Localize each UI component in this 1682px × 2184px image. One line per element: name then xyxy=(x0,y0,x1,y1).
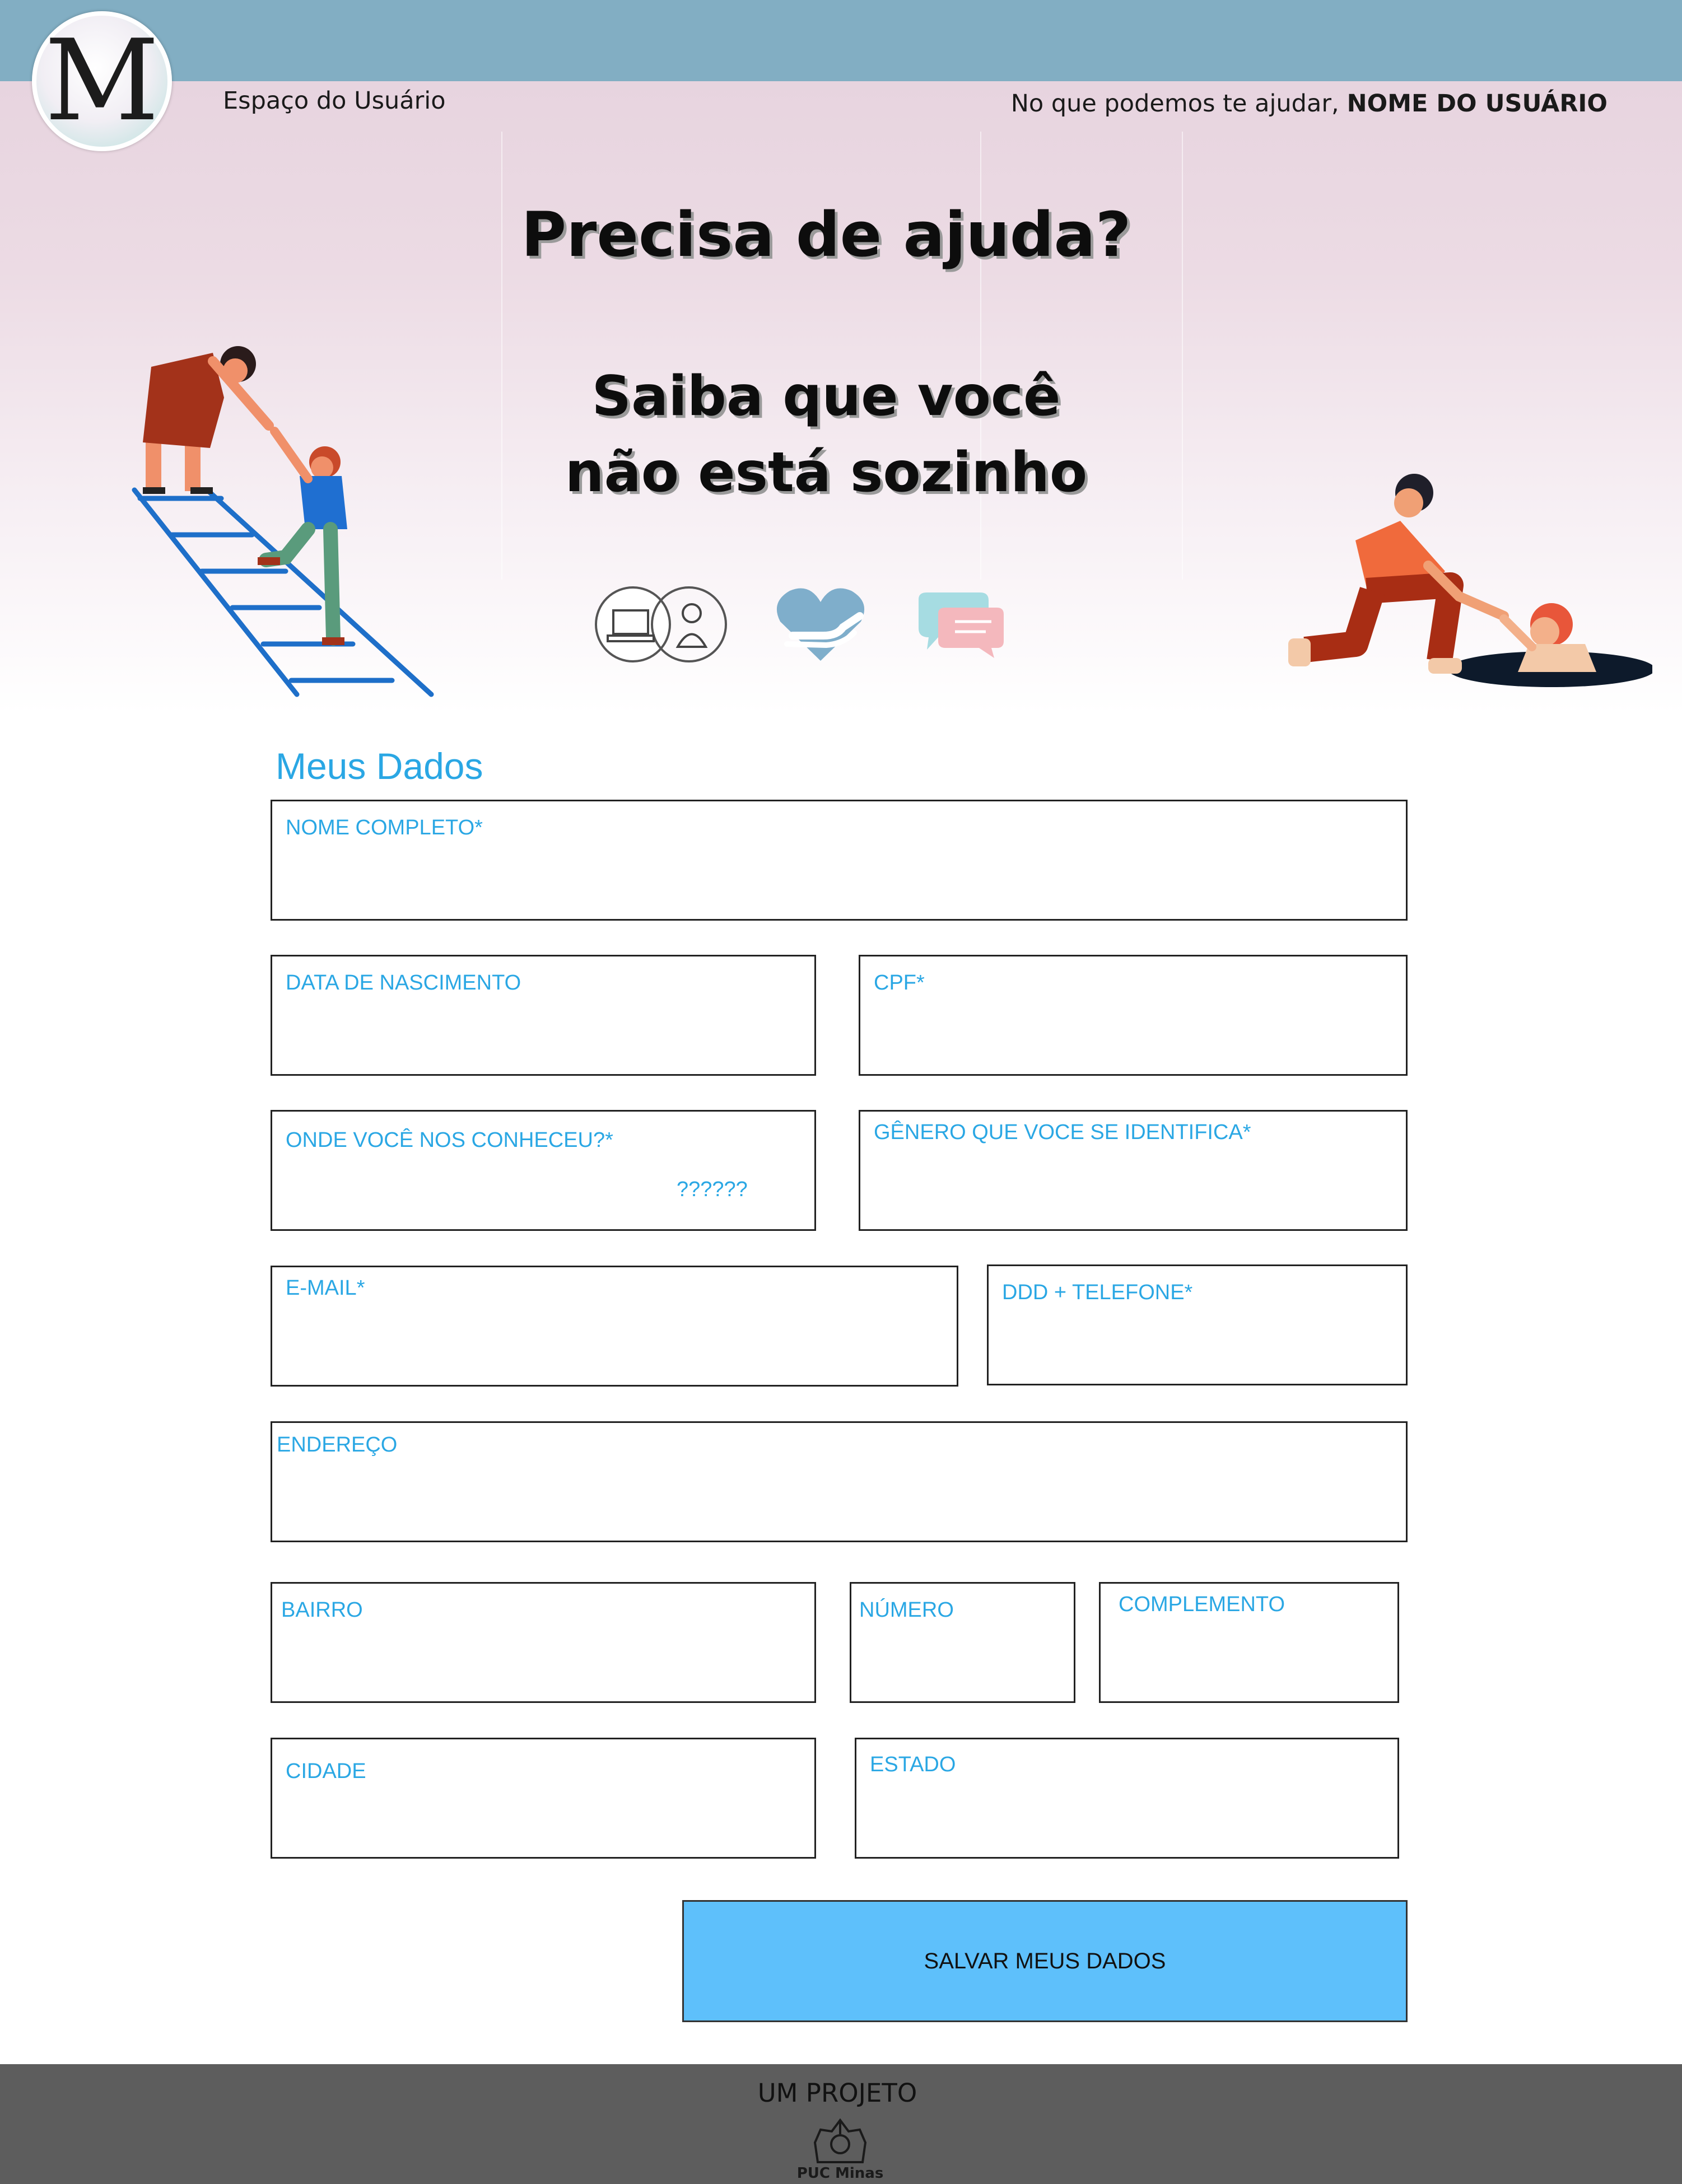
user-space-link[interactable]: Espaço do Usuário xyxy=(223,87,446,115)
user-greeting: No que podemos te ajudar, NOME DO USUÁRIO xyxy=(1011,90,1608,118)
birth-date-label: DATA DE NASCIMENTO xyxy=(286,971,521,995)
city-label: CIDADE xyxy=(286,1760,366,1783)
hole-rescue-illustration xyxy=(1288,474,1652,687)
section-title: Meus Dados xyxy=(276,745,483,787)
puc-crest-icon xyxy=(813,2118,867,2163)
number-label: NÚMERO xyxy=(859,1598,954,1622)
footer-text: UM PROJETO xyxy=(757,2078,917,2108)
greeting-prefix: No que podemos te ajudar, xyxy=(1010,90,1339,118)
email-label: E-MAIL* xyxy=(286,1276,365,1300)
brand-logo[interactable]: M xyxy=(32,11,172,151)
district-label: BAIRRO xyxy=(281,1598,363,1622)
birth-date-field[interactable]: DATA DE NASCIMENTO xyxy=(271,955,816,1076)
top-bar xyxy=(0,0,1682,81)
full-name-field[interactable]: NOME COMPLETO* xyxy=(271,800,1408,921)
full-name-label: NOME COMPLETO* xyxy=(286,816,483,839)
address-field[interactable]: ENDEREÇO xyxy=(271,1421,1408,1542)
chat-bubbles-icon xyxy=(919,592,1004,658)
address-label: ENDEREÇO xyxy=(277,1433,398,1457)
cpf-label: CPF* xyxy=(874,971,925,995)
referral-label: ONDE VOCÊ NOS CONHECEU?* xyxy=(286,1128,613,1152)
email-field[interactable]: E-MAIL* xyxy=(271,1266,958,1387)
online-therapy-icon xyxy=(595,586,727,662)
logo-letter: M xyxy=(44,16,160,146)
cpf-field[interactable]: CPF* xyxy=(859,955,1408,1076)
gender-field[interactable]: GÊNERO QUE VOCE SE IDENTIFICA* xyxy=(859,1110,1408,1231)
state-field[interactable]: ESTADO xyxy=(855,1738,1399,1859)
user-name: NOME DO USUÁRIO xyxy=(1346,90,1608,118)
referral-value: ?????? xyxy=(677,1178,748,1201)
number-field[interactable]: NÚMERO xyxy=(850,1582,1075,1703)
phone-field[interactable]: DDD + TELEFONE* xyxy=(987,1264,1408,1385)
footer: UM PROJETO PUC Minas xyxy=(0,2064,1682,2184)
city-field[interactable]: CIDADE xyxy=(271,1738,816,1859)
complement-field[interactable]: COMPLEMENTO xyxy=(1099,1582,1399,1703)
phone-label: DDD + TELEFONE* xyxy=(1002,1281,1193,1304)
gender-label: GÊNERO QUE VOCE SE IDENTIFICA* xyxy=(874,1121,1251,1144)
complement-label: COMPLEMENTO xyxy=(1119,1593,1285,1616)
institution-name: PUC Minas xyxy=(796,2165,884,2182)
state-label: ESTADO xyxy=(870,1753,956,1776)
save-button[interactable]: SALVAR MEUS DADOS xyxy=(682,1900,1408,2022)
heart-hands-icon xyxy=(776,588,865,661)
ladder-help-illustration xyxy=(132,346,434,697)
district-field[interactable]: BAIRRO xyxy=(271,1582,816,1703)
referral-select[interactable]: ONDE VOCÊ NOS CONHECEU?* ?????? xyxy=(271,1110,816,1231)
hero-title: Precisa de ajuda? xyxy=(521,199,1131,270)
